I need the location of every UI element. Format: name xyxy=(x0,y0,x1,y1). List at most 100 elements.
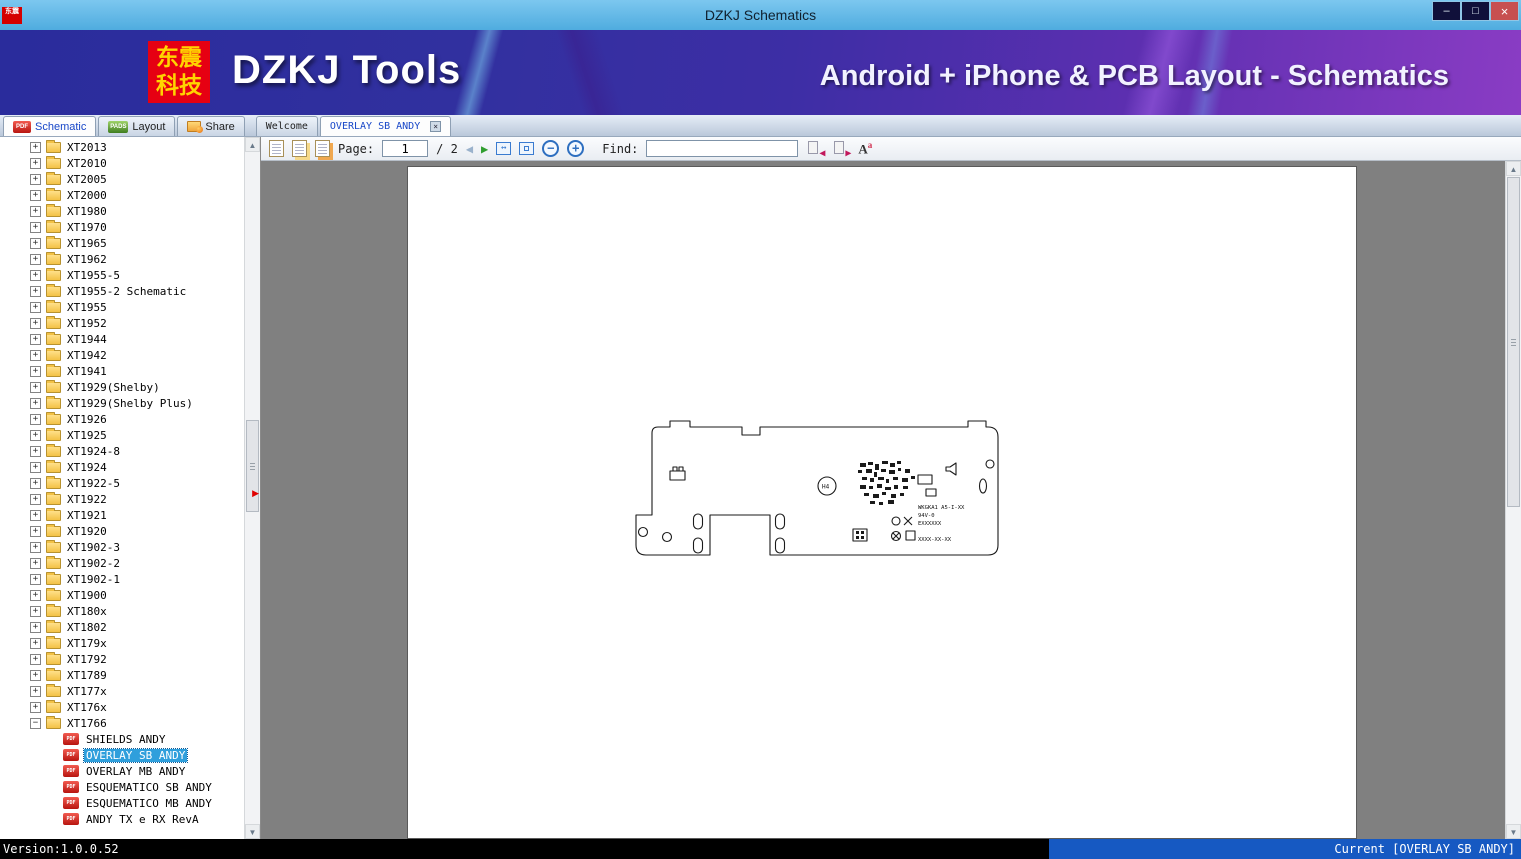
tree-item[interactable]: +XT1921 xyxy=(0,507,244,523)
expand-icon[interactable]: + xyxy=(30,526,41,537)
tree-item[interactable]: +XT1924 xyxy=(0,459,244,475)
tree-item[interactable]: +XT1955 xyxy=(0,299,244,315)
expand-icon[interactable]: + xyxy=(30,174,41,185)
tree-scrollbar-thumb[interactable] xyxy=(246,420,259,512)
tree-item[interactable]: PDFSHIELDS ANDY xyxy=(0,731,244,747)
tree-item[interactable]: +XT1970 xyxy=(0,219,244,235)
single-page-view-icon[interactable] xyxy=(269,140,284,157)
tree-item[interactable]: +XT1929(Shelby) xyxy=(0,379,244,395)
tree-item[interactable]: +XT1922-5 xyxy=(0,475,244,491)
expand-icon[interactable]: + xyxy=(30,334,41,345)
tree-item[interactable]: +XT180x xyxy=(0,603,244,619)
fit-width-icon[interactable]: ↔ xyxy=(496,142,511,155)
scroll-down-icon[interactable]: ▼ xyxy=(245,824,260,839)
expand-icon[interactable]: + xyxy=(30,350,41,361)
expand-icon[interactable]: + xyxy=(30,206,41,217)
next-page-icon[interactable]: ▶ xyxy=(481,143,488,155)
expand-icon[interactable]: + xyxy=(30,318,41,329)
text-size-icon[interactable]: Aa xyxy=(858,140,872,157)
expand-icon[interactable]: + xyxy=(30,558,41,569)
tree-item[interactable]: +XT1942 xyxy=(0,347,244,363)
expand-icon[interactable]: + xyxy=(30,622,41,633)
tree-item[interactable]: +XT1962 xyxy=(0,251,244,267)
tree-item[interactable]: +XT1925 xyxy=(0,427,244,443)
expand-icon[interactable]: + xyxy=(30,462,41,473)
tree-item[interactable]: +XT2010 xyxy=(0,155,244,171)
tree-item[interactable]: +XT1941 xyxy=(0,363,244,379)
expand-icon[interactable]: + xyxy=(30,606,41,617)
tree-item[interactable]: +XT1955-2 Schematic xyxy=(0,283,244,299)
tree-item[interactable]: +XT1929(Shelby Plus) xyxy=(0,395,244,411)
tree-item[interactable]: +XT1980 xyxy=(0,203,244,219)
tab-close-icon[interactable]: × xyxy=(430,121,441,132)
zoom-out-icon[interactable]: − xyxy=(542,140,559,157)
previous-page-icon[interactable]: ◀ xyxy=(466,143,473,155)
scroll-down-icon[interactable]: ▼ xyxy=(1506,824,1521,839)
expand-icon[interactable]: + xyxy=(30,574,41,585)
page-number-input[interactable] xyxy=(382,140,428,157)
expand-icon[interactable]: + xyxy=(30,638,41,649)
tree-item[interactable]: +XT1789 xyxy=(0,667,244,683)
tree-item[interactable]: +XT1802 xyxy=(0,619,244,635)
expand-icon[interactable]: + xyxy=(30,446,41,457)
tree-item[interactable]: PDFOVERLAY MB ANDY xyxy=(0,763,244,779)
expand-icon[interactable]: + xyxy=(30,302,41,313)
tree-item[interactable]: +XT1902-3 xyxy=(0,539,244,555)
collapse-icon[interactable]: − xyxy=(30,718,41,729)
expand-icon[interactable]: + xyxy=(30,158,41,169)
tree-item[interactable]: +XT2005 xyxy=(0,171,244,187)
expand-icon[interactable]: + xyxy=(30,398,41,409)
expand-icon[interactable]: + xyxy=(30,494,41,505)
tree-item[interactable]: +XT1965 xyxy=(0,235,244,251)
tab-share[interactable]: Share xyxy=(177,116,244,136)
expand-icon[interactable]: + xyxy=(30,590,41,601)
tree-item[interactable]: +XT1944 xyxy=(0,331,244,347)
tree-item[interactable]: +XT1924-8 xyxy=(0,443,244,459)
tree-item[interactable]: +XT1902-2 xyxy=(0,555,244,571)
expand-icon[interactable]: + xyxy=(30,190,41,201)
tab-layout[interactable]: PADS Layout xyxy=(98,116,175,136)
viewer-scrollbar-thumb[interactable] xyxy=(1507,177,1520,507)
tree-item[interactable]: +XT1922 xyxy=(0,491,244,507)
tab-welcome[interactable]: Welcome xyxy=(256,116,318,136)
fit-page-icon[interactable] xyxy=(519,142,534,155)
expand-icon[interactable]: + xyxy=(30,238,41,249)
find-input[interactable] xyxy=(646,140,798,157)
tree-item[interactable]: PDFESQUEMATICO SB ANDY xyxy=(0,779,244,795)
tree-item[interactable]: +XT177x xyxy=(0,683,244,699)
tree-item[interactable]: PDFOVERLAY SB ANDY xyxy=(0,747,244,763)
find-previous-icon[interactable]: ◀ xyxy=(806,141,824,157)
expand-icon[interactable]: + xyxy=(30,510,41,521)
expand-icon[interactable]: + xyxy=(30,670,41,681)
tree-item[interactable]: PDFANDY TX e RX RevA xyxy=(0,811,244,827)
tree-item[interactable]: PDFESQUEMATICO MB ANDY xyxy=(0,795,244,811)
tree-item[interactable]: +XT1952 xyxy=(0,315,244,331)
splitter-collapse-icon[interactable]: ▶ xyxy=(252,489,259,498)
expand-icon[interactable]: + xyxy=(30,254,41,265)
expand-icon[interactable]: + xyxy=(30,542,41,553)
expand-icon[interactable]: + xyxy=(30,366,41,377)
expand-icon[interactable]: + xyxy=(30,654,41,665)
tree-item[interactable]: +XT1955-5 xyxy=(0,267,244,283)
close-button[interactable]: × xyxy=(1490,1,1519,21)
tree-item[interactable]: +XT1902-1 xyxy=(0,571,244,587)
zoom-in-icon[interactable]: + xyxy=(567,140,584,157)
expand-icon[interactable]: + xyxy=(30,286,41,297)
expand-icon[interactable]: + xyxy=(30,430,41,441)
tree-item[interactable]: +XT1900 xyxy=(0,587,244,603)
viewer-scrollbar[interactable]: ▲ ▼ xyxy=(1505,161,1521,839)
tree-item[interactable]: +XT1920 xyxy=(0,523,244,539)
continuous-view-icon[interactable] xyxy=(315,140,330,157)
pdf-viewer-canvas[interactable]: H4 WKGKA1 A5-I-XX 94V-0 EXXXXXX XXXX-XX-… xyxy=(261,161,1521,839)
expand-icon[interactable]: + xyxy=(30,142,41,153)
expand-icon[interactable]: + xyxy=(30,686,41,697)
scroll-up-icon[interactable]: ▲ xyxy=(245,137,260,152)
scroll-up-icon[interactable]: ▲ xyxy=(1506,161,1521,176)
tree-item[interactable]: +XT176x xyxy=(0,699,244,715)
tree-item[interactable]: +XT2013 xyxy=(0,139,244,155)
tab-schematic[interactable]: PDF Schematic xyxy=(3,116,96,136)
facing-pages-view-icon[interactable] xyxy=(292,140,307,157)
minimize-button[interactable]: – xyxy=(1432,1,1461,21)
tree-item[interactable]: −XT1766 xyxy=(0,715,244,731)
tree-item[interactable]: +XT179x xyxy=(0,635,244,651)
